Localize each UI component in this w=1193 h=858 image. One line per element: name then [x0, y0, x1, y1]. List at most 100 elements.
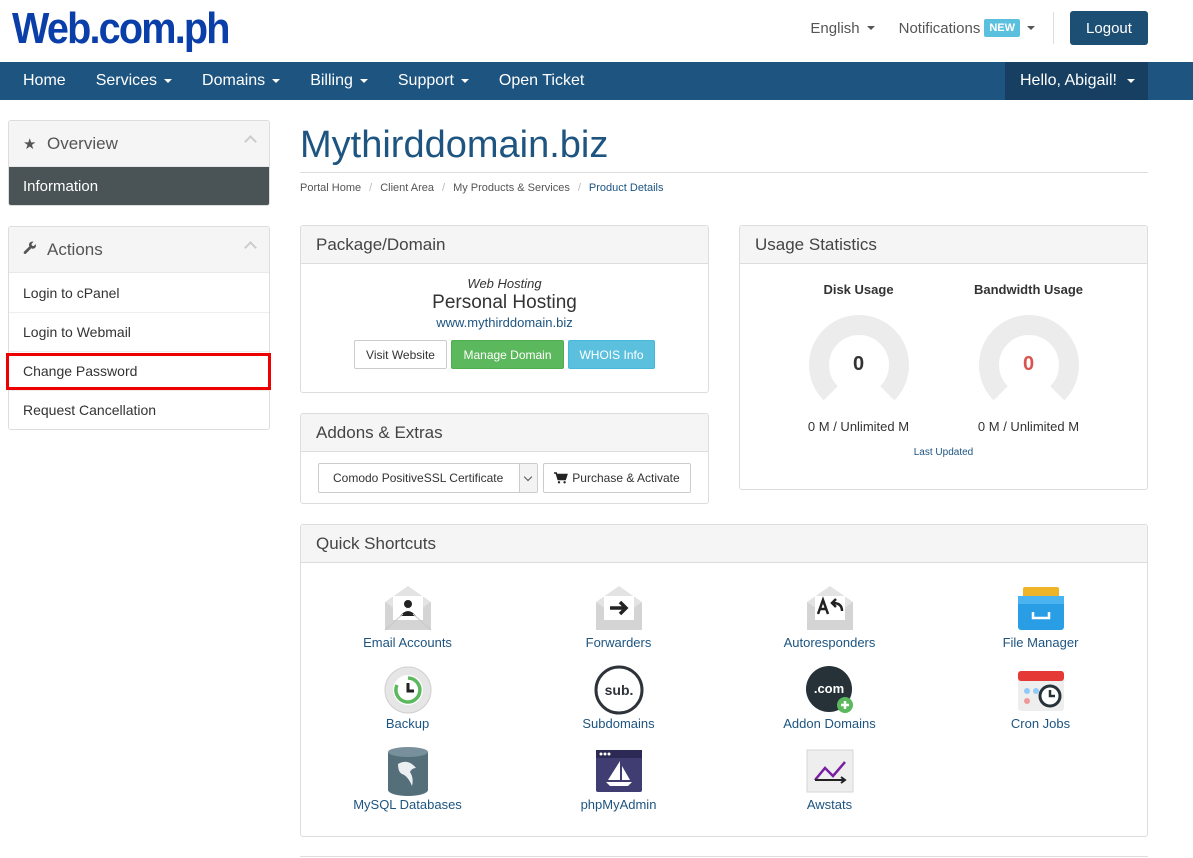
package-type: Web Hosting	[467, 276, 542, 291]
disk-usage-value: 0	[852, 353, 865, 375]
phpmyadmin-icon	[594, 746, 644, 796]
main-navbar: Home Services Domains Billing Support Op…	[0, 62, 1193, 100]
breadcrumb-products-services[interactable]: My Products & Services	[453, 182, 570, 194]
bandwidth-usage-widget: Bandwidth Usage 0 0 M / Unlimited M	[944, 282, 1114, 434]
sidebar-item-login-webmail[interactable]: Login to Webmail	[9, 312, 269, 351]
breadcrumb-portal-home[interactable]: Portal Home	[300, 182, 361, 194]
notifications-badge: NEW	[984, 19, 1020, 37]
addon-select-value: Comodo PositiveSSL Certificate	[333, 471, 504, 485]
shortcut-label: Autoresponders	[783, 635, 876, 650]
shortcut-mysql-databases[interactable]: MySQL Databases	[302, 746, 513, 827]
divider	[300, 172, 1148, 173]
disk-usage-label: Disk Usage	[823, 282, 894, 297]
sidebar-overview-header[interactable]: ★ Overview	[9, 121, 269, 167]
usage-statistics-panel: Usage Statistics Disk Usage 0 0 M / Unli…	[739, 225, 1148, 490]
file-manager-icon	[1016, 584, 1066, 634]
nav-domains[interactable]: Domains	[187, 62, 295, 100]
logout-button[interactable]: Logout	[1070, 11, 1148, 45]
sidebar-item-information[interactable]: Information	[9, 167, 269, 205]
disk-usage-widget: Disk Usage 0 0 M / Unlimited M	[774, 282, 944, 434]
nav-support[interactable]: Support	[383, 62, 484, 100]
shortcut-label: Email Accounts	[363, 635, 452, 650]
sidebar-overview-panel: ★ Overview Information	[8, 120, 270, 206]
language-label: English	[810, 19, 860, 37]
bandwidth-usage-gauge: 0	[978, 315, 1079, 415]
sidebar-actions-header[interactable]: Actions	[9, 227, 269, 273]
nav-home[interactable]: Home	[8, 62, 81, 100]
disk-usage-gauge: 0	[808, 315, 909, 415]
breadcrumb-separator: /	[442, 182, 446, 194]
cron-jobs-icon	[1016, 665, 1066, 715]
chevron-down-icon	[359, 79, 368, 83]
shortcut-cron-jobs[interactable]: Cron Jobs	[935, 665, 1146, 746]
chevron-down-icon	[272, 79, 281, 83]
sidebar-item-login-cpanel[interactable]: Login to cPanel	[9, 273, 269, 312]
chevron-up-icon[interactable]	[244, 241, 257, 254]
sidebar-overview-title: Overview	[47, 133, 118, 153]
chevron-down-icon	[866, 26, 875, 30]
autoresponders-icon	[805, 584, 855, 634]
addon-select[interactable]: Comodo PositiveSSL Certificate	[318, 463, 538, 493]
forwarders-icon	[594, 584, 644, 634]
top-utility-bar: English Notifications NEW Logout	[786, 11, 1148, 45]
package-domain-link[interactable]: www.mythirddomain.biz	[301, 315, 708, 330]
sidebar-actions-title: Actions	[47, 239, 103, 259]
chevron-down-icon[interactable]	[519, 464, 537, 492]
language-dropdown[interactable]: English	[810, 19, 875, 37]
shortcut-backup[interactable]: Backup	[302, 665, 513, 746]
user-menu[interactable]: Hello, Abigail!	[1005, 62, 1148, 100]
chevron-up-icon[interactable]	[244, 135, 257, 148]
shortcut-label: Forwarders	[585, 635, 652, 650]
backup-icon	[383, 665, 433, 715]
shortcut-email-accounts[interactable]: Email Accounts	[302, 584, 513, 665]
nav-label: Open Ticket	[498, 72, 585, 89]
shortcut-autoresponders[interactable]: Autoresponders	[724, 584, 935, 665]
breadcrumb-client-area[interactable]: Client Area	[380, 182, 434, 194]
nav-open-ticket[interactable]: Open Ticket	[484, 62, 599, 100]
user-greeting: Hello, Abigail!	[1020, 72, 1117, 89]
shortcut-label: Addon Domains	[783, 716, 876, 731]
nav-label: Home	[23, 72, 66, 89]
manage-domain-button[interactable]: Manage Domain	[451, 340, 564, 369]
notifications-dropdown[interactable]: Notifications NEW	[899, 19, 1035, 37]
shortcut-addon-domains[interactable]: .com Addon Domains	[724, 665, 935, 746]
page-title: Mythirddomain.biz	[300, 124, 609, 166]
addon-domains-icon-text: .com	[813, 681, 843, 696]
shortcut-forwarders[interactable]: Forwarders	[513, 584, 724, 665]
nav-label: Billing	[310, 72, 353, 89]
chevron-down-icon	[1027, 26, 1035, 30]
wrench-icon	[23, 241, 39, 259]
nav-billing[interactable]: Billing	[295, 62, 383, 100]
bandwidth-usage-value: 0	[1022, 353, 1035, 375]
addons-extras-panel: Addons & Extras Comodo PositiveSSL Certi…	[300, 413, 709, 504]
package-name: Personal Hosting	[432, 292, 577, 313]
nav-services[interactable]: Services	[81, 62, 187, 100]
visit-website-button[interactable]: Visit Website	[354, 340, 447, 369]
shortcut-file-manager[interactable]: File Manager	[935, 584, 1146, 665]
breadcrumb-product-details: Product Details	[588, 182, 664, 194]
bandwidth-usage-amount: 0 M / Unlimited M	[977, 419, 1080, 434]
chevron-down-icon	[460, 79, 469, 83]
chevron-down-icon	[1126, 79, 1135, 83]
addon-domains-icon: .com	[805, 665, 855, 715]
last-updated-link[interactable]: Last Updated	[740, 447, 1147, 458]
shortcut-awstats[interactable]: Awstats	[724, 746, 935, 827]
chevron-down-icon	[164, 79, 173, 83]
nav-label: Domains	[202, 72, 266, 89]
whois-info-button[interactable]: WHOIS Info	[568, 340, 655, 369]
breadcrumb-separator: /	[369, 182, 373, 194]
shortcut-phpmyadmin[interactable]: phpMyAdmin	[513, 746, 724, 827]
breadcrumb-separator: /	[577, 182, 581, 194]
sidebar-actions-panel: Actions Login to cPanel Login to Webmail…	[8, 226, 270, 430]
purchase-activate-button[interactable]: Purchase & Activate	[543, 463, 691, 493]
quick-shortcuts-header: Quick Shortcuts	[301, 525, 1147, 563]
divider	[1053, 12, 1054, 44]
shortcut-label: phpMyAdmin	[580, 797, 657, 812]
sidebar-item-request-cancellation[interactable]: Request Cancellation	[9, 390, 269, 429]
awstats-icon	[805, 746, 855, 796]
mysql-databases-icon	[383, 746, 433, 796]
purchase-activate-label: Purchase & Activate	[572, 471, 680, 485]
shortcut-subdomains[interactable]: sub. Subdomains	[513, 665, 724, 746]
site-logo[interactable]: Web.com.ph	[12, 4, 230, 54]
divider	[300, 856, 1148, 857]
